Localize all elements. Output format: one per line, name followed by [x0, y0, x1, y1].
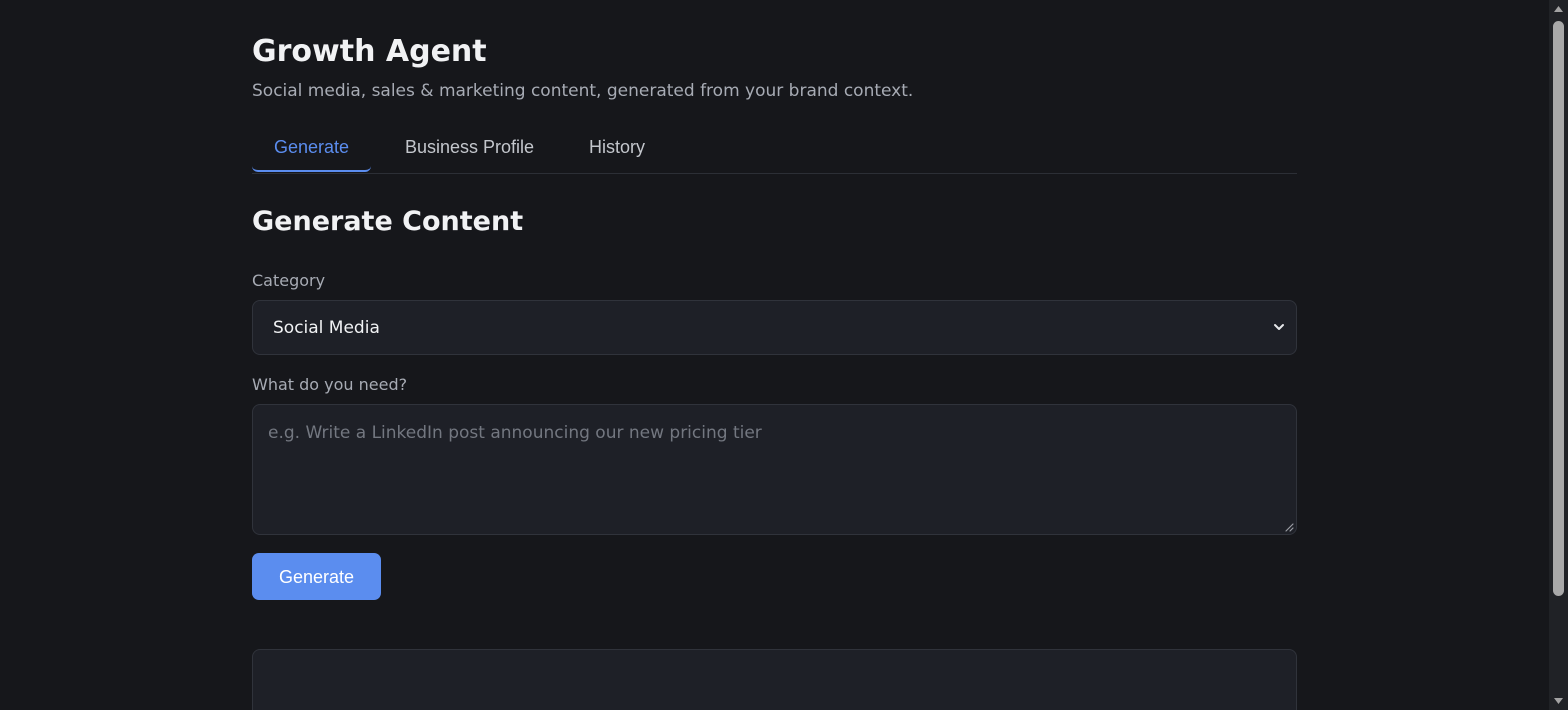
- tab-generate[interactable]: Generate: [252, 126, 371, 172]
- resize-handle-icon[interactable]: [1285, 523, 1294, 532]
- generate-button[interactable]: Generate: [252, 553, 381, 600]
- page-scrollbar[interactable]: [1549, 0, 1568, 710]
- section-title: Generate Content: [252, 206, 524, 237]
- app-title: Growth Agent: [252, 34, 487, 69]
- chevron-down-icon: [1274, 324, 1284, 330]
- need-textarea-placeholder: e.g. Write a LinkedIn post announcing ou…: [268, 423, 762, 443]
- scroll-up-arrow-icon[interactable]: [1553, 5, 1564, 13]
- page: Growth Agent Social media, sales & marke…: [0, 0, 1568, 710]
- tab-bar: Generate Business Profile History: [252, 126, 1297, 174]
- tab-history[interactable]: History: [587, 126, 647, 170]
- scrollbar-thumb[interactable]: [1553, 21, 1564, 596]
- need-label: What do you need?: [252, 375, 408, 394]
- output-panel: [252, 649, 1297, 710]
- category-select-value: Social Media: [273, 318, 380, 338]
- app-subtitle: Social media, sales & marketing content,…: [252, 81, 914, 101]
- scroll-down-arrow-icon[interactable]: [1553, 697, 1564, 705]
- tab-business-profile[interactable]: Business Profile: [401, 126, 538, 170]
- need-textarea[interactable]: e.g. Write a LinkedIn post announcing ou…: [252, 404, 1297, 535]
- category-label: Category: [252, 271, 326, 290]
- category-select[interactable]: Social Media: [252, 300, 1297, 355]
